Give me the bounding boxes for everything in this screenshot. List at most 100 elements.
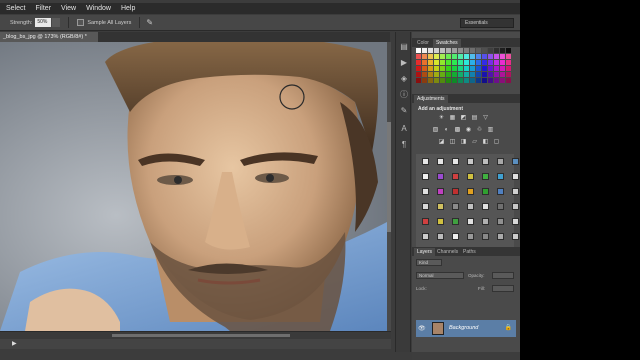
adjustment-preset[interactable] bbox=[512, 158, 519, 165]
adjustment-icon[interactable]: ◩ bbox=[460, 115, 467, 122]
swatch[interactable] bbox=[506, 72, 511, 77]
swatch[interactable] bbox=[482, 48, 487, 53]
actions-icon[interactable]: ▶ bbox=[399, 58, 409, 68]
adjustment-preset[interactable] bbox=[467, 218, 474, 225]
adjustment-preset[interactable] bbox=[482, 188, 489, 195]
swatch[interactable] bbox=[482, 72, 487, 77]
adjustment-preset[interactable] bbox=[497, 158, 504, 165]
document-canvas[interactable] bbox=[0, 42, 387, 331]
swatch[interactable] bbox=[470, 60, 475, 65]
play-icon[interactable]: ▶ bbox=[12, 340, 17, 347]
swatch[interactable] bbox=[440, 60, 445, 65]
adjustment-icon[interactable]: ▤ bbox=[471, 115, 478, 122]
swatch[interactable] bbox=[500, 78, 505, 83]
adjustment-preset[interactable] bbox=[437, 188, 444, 195]
swatch[interactable] bbox=[458, 60, 463, 65]
menu-view[interactable]: View bbox=[61, 5, 76, 12]
paragraph-icon[interactable]: ¶ bbox=[399, 140, 409, 150]
swatch[interactable] bbox=[482, 60, 487, 65]
layer-filter-kind[interactable]: Kind bbox=[416, 259, 442, 266]
swatch[interactable] bbox=[440, 78, 445, 83]
swatch[interactable] bbox=[500, 54, 505, 59]
swatch[interactable] bbox=[476, 78, 481, 83]
navigator-icon[interactable]: ◈ bbox=[399, 74, 409, 84]
adjustment-preset[interactable] bbox=[467, 173, 474, 180]
tab-adjustments[interactable]: Adjustments bbox=[414, 95, 448, 103]
adjustment-preset[interactable] bbox=[467, 188, 474, 195]
swatch[interactable] bbox=[476, 48, 481, 53]
swatch[interactable] bbox=[464, 72, 469, 77]
swatch[interactable] bbox=[422, 78, 427, 83]
adjustment-preset[interactable] bbox=[497, 233, 504, 240]
adjustment-preset[interactable] bbox=[482, 218, 489, 225]
adjustment-icon[interactable]: ▢ bbox=[493, 139, 500, 146]
swatch[interactable] bbox=[446, 54, 451, 59]
swatch[interactable] bbox=[476, 66, 481, 71]
adjustment-icon[interactable]: ◨ bbox=[460, 139, 467, 146]
horizontal-scroll-thumb[interactable] bbox=[112, 334, 290, 337]
swatch[interactable] bbox=[416, 78, 421, 83]
swatch[interactable] bbox=[440, 66, 445, 71]
adjustment-icon[interactable]: ♲ bbox=[476, 127, 483, 134]
adjustment-preset[interactable] bbox=[482, 203, 489, 210]
adjustment-preset[interactable] bbox=[512, 218, 519, 225]
adjustment-preset[interactable] bbox=[497, 218, 504, 225]
sample-all-layers-checkbox[interactable] bbox=[77, 19, 85, 26]
swatch[interactable] bbox=[506, 66, 511, 71]
adjustment-preset[interactable] bbox=[497, 203, 504, 210]
adjustment-preset[interactable] bbox=[452, 188, 459, 195]
adjustment-icon[interactable]: ◪ bbox=[438, 139, 445, 146]
blend-mode-select[interactable]: Normal bbox=[416, 272, 464, 279]
swatch[interactable] bbox=[422, 60, 427, 65]
swatch[interactable] bbox=[470, 48, 475, 53]
adjustment-icon[interactable]: ☀ bbox=[438, 115, 445, 122]
tab-color[interactable]: Color bbox=[414, 39, 432, 47]
adjustment-preset[interactable] bbox=[512, 173, 519, 180]
menu-filter[interactable]: Filter bbox=[35, 5, 51, 12]
adjustment-preset[interactable] bbox=[512, 188, 519, 195]
adjustment-preset[interactable] bbox=[512, 203, 519, 210]
adjustment-preset[interactable] bbox=[467, 158, 474, 165]
history-icon[interactable]: ▤ bbox=[399, 42, 409, 52]
layer-row-background[interactable]: 👁 Background 🔒 bbox=[416, 320, 516, 337]
swatch[interactable] bbox=[464, 60, 469, 65]
swatch[interactable] bbox=[416, 48, 421, 53]
swatch[interactable] bbox=[422, 54, 427, 59]
swatch[interactable] bbox=[500, 72, 505, 77]
swatch[interactable] bbox=[488, 48, 493, 53]
swatch[interactable] bbox=[488, 78, 493, 83]
adjustment-icon[interactable]: ◫ bbox=[449, 139, 456, 146]
swatch[interactable] bbox=[434, 60, 439, 65]
swatch[interactable] bbox=[500, 60, 505, 65]
swatch[interactable] bbox=[440, 48, 445, 53]
swatch[interactable] bbox=[452, 60, 457, 65]
adjustment-preset[interactable] bbox=[512, 233, 519, 240]
swatch[interactable] bbox=[506, 54, 511, 59]
swatch[interactable] bbox=[500, 66, 505, 71]
swatch[interactable] bbox=[464, 54, 469, 59]
adjustment-icon[interactable]: ◐ bbox=[443, 127, 450, 134]
adjustment-preset[interactable] bbox=[437, 233, 444, 240]
adjustment-icon[interactable]: ◉ bbox=[465, 127, 472, 134]
swatch[interactable] bbox=[458, 78, 463, 83]
swatch[interactable] bbox=[434, 72, 439, 77]
swatch[interactable] bbox=[470, 72, 475, 77]
swatch[interactable] bbox=[494, 78, 499, 83]
swatch[interactable] bbox=[464, 78, 469, 83]
swatch[interactable] bbox=[452, 72, 457, 77]
adjustment-preset[interactable] bbox=[467, 203, 474, 210]
swatches-grid[interactable] bbox=[416, 48, 516, 88]
adjustment-icon[interactable]: ▽ bbox=[482, 115, 489, 122]
menu-help[interactable]: Help bbox=[121, 5, 135, 12]
swatch[interactable] bbox=[482, 78, 487, 83]
workspace-select[interactable]: Essentials bbox=[460, 18, 514, 28]
adjustment-preset[interactable] bbox=[497, 188, 504, 195]
swatch[interactable] bbox=[470, 78, 475, 83]
menu-window[interactable]: Window bbox=[86, 5, 111, 12]
swatch[interactable] bbox=[434, 66, 439, 71]
swatch[interactable] bbox=[416, 54, 421, 59]
swatch[interactable] bbox=[446, 60, 451, 65]
strength-input[interactable]: 50% bbox=[35, 18, 52, 27]
tab-swatches[interactable]: Swatches bbox=[433, 39, 461, 47]
brush-presets-icon[interactable]: ✎ bbox=[399, 106, 409, 116]
